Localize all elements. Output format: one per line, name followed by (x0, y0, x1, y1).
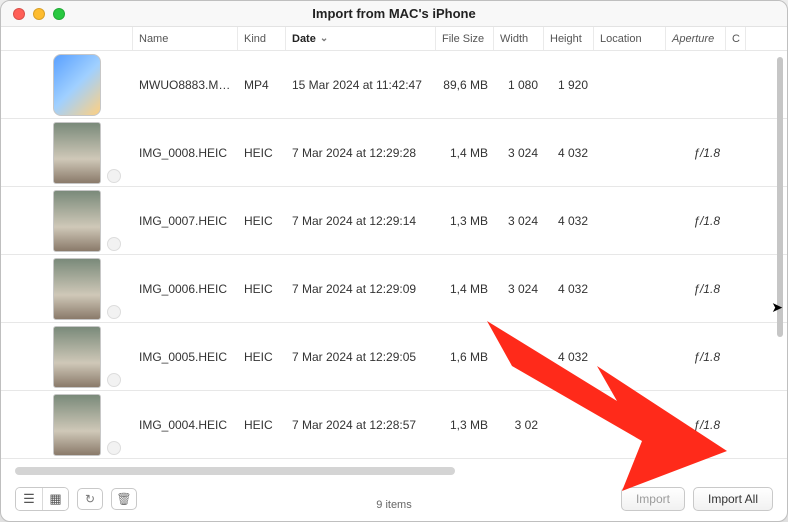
cell-aperture: ƒ/1.8 (666, 214, 726, 228)
table-row[interactable]: IMG_0007.HEICHEIC7 Mar 2024 at 12:29:141… (1, 187, 787, 255)
cell-date: 7 Mar 2024 at 12:29:14 (286, 214, 436, 228)
cell-date: 7 Mar 2024 at 12:29:09 (286, 282, 436, 296)
status-badge (107, 441, 121, 455)
table-row[interactable]: IMG_0004.HEICHEIC7 Mar 2024 at 12:28:571… (1, 391, 787, 459)
cursor-icon: ➤ (771, 299, 783, 316)
cell-size: 1,4 MB (436, 282, 494, 296)
cell-size: 89,6 MB (436, 78, 494, 92)
cell-kind: HEIC (238, 418, 286, 432)
status-badge (107, 237, 121, 251)
import-window: Import from MAC's iPhone Name Kind Date … (0, 0, 788, 522)
cell-width: 3 024 (494, 350, 544, 364)
status-badge (107, 169, 121, 183)
cell-width: 3 024 (494, 146, 544, 160)
cell-name: IMG_0006.HEIC (133, 282, 238, 296)
cell-size: 1,3 MB (436, 214, 494, 228)
col-filesize[interactable]: File Size (436, 27, 494, 50)
table-row[interactable]: IMG_0005.HEICHEIC7 Mar 2024 at 12:29:051… (1, 323, 787, 391)
cell-name: MWUO8883.MP4 (133, 78, 238, 92)
col-camera[interactable]: C (726, 27, 746, 50)
thumbnail-icon (53, 122, 101, 184)
cell-date: 7 Mar 2024 at 12:28:57 (286, 418, 436, 432)
col-name[interactable]: Name (133, 27, 238, 50)
cell-aperture: ƒ/1.8 (666, 350, 726, 364)
import-button[interactable]: Import (621, 487, 685, 511)
minimize-icon[interactable] (33, 8, 45, 20)
cell-size: 1,3 MB (436, 418, 494, 432)
file-table: Name Kind Date File Size Width Height Lo… (1, 27, 787, 521)
cell-name: IMG_0005.HEIC (133, 350, 238, 364)
import-buttons: Import Import All (621, 487, 773, 511)
col-kind[interactable]: Kind (238, 27, 286, 50)
cell-date: 15 Mar 2024 at 11:42:47 (286, 78, 436, 92)
cell-width: 3 024 (494, 214, 544, 228)
thumbnail-icon (53, 54, 101, 116)
cell-width: 3 02 (494, 418, 544, 432)
cell-name: IMG_0008.HEIC (133, 146, 238, 160)
table-row[interactable]: IMG_0008.HEICHEIC7 Mar 2024 at 12:29:281… (1, 119, 787, 187)
cell-date: 7 Mar 2024 at 12:29:28 (286, 146, 436, 160)
col-location[interactable]: Location (594, 27, 666, 50)
cell-name: IMG_0007.HEIC (133, 214, 238, 228)
col-height[interactable]: Height (544, 27, 594, 50)
table-header: Name Kind Date File Size Width Height Lo… (1, 27, 787, 51)
horizontal-scrollbar-thumb[interactable] (15, 467, 455, 475)
cell-aperture: ƒ/1.8 (666, 282, 726, 296)
thumbnail-icon (53, 190, 101, 252)
close-icon[interactable] (13, 8, 25, 20)
cell-size: 1,4 MB (436, 146, 494, 160)
cell-name: IMG_0004.HEIC (133, 418, 238, 432)
cell-width: 1 080 (494, 78, 544, 92)
col-thumbnail[interactable] (17, 27, 133, 50)
zoom-icon[interactable] (53, 8, 65, 20)
table-row[interactable]: MWUO8883.MP4MP415 Mar 2024 at 11:42:4789… (1, 51, 787, 119)
cell-height: 4 032 (544, 146, 594, 160)
cell-height: 4 032 (544, 214, 594, 228)
status-badge (107, 373, 121, 387)
thumbnail-icon (53, 394, 101, 456)
cell-aperture: ƒ/1.8 (666, 146, 726, 160)
cell-aperture: ƒ/1.8 (666, 418, 726, 432)
cell-size: 1,6 MB (436, 350, 494, 364)
window-controls (13, 8, 65, 20)
col-date[interactable]: Date (286, 27, 436, 50)
thumbnail-icon (53, 326, 101, 388)
cell-height: 4 032 (544, 282, 594, 296)
cell-date: 7 Mar 2024 at 12:29:05 (286, 350, 436, 364)
cell-height: 4 032 (544, 350, 594, 364)
cell-kind: HEIC (238, 282, 286, 296)
import-all-button[interactable]: Import All (693, 487, 773, 511)
cell-kind: HEIC (238, 350, 286, 364)
thumbnail-icon (53, 258, 101, 320)
rows-scroller[interactable]: MWUO8883.MP4MP415 Mar 2024 at 11:42:4789… (1, 51, 787, 521)
status-badge (107, 305, 121, 319)
titlebar: Import from MAC's iPhone (1, 1, 787, 27)
cell-kind: MP4 (238, 78, 286, 92)
vertical-scrollbar[interactable] (777, 57, 783, 337)
window-title: Import from MAC's iPhone (312, 6, 475, 21)
cell-kind: HEIC (238, 146, 286, 160)
horizontal-scrollbar[interactable] (15, 465, 773, 477)
cell-width: 3 024 (494, 282, 544, 296)
table-row[interactable]: IMG_0006.HEICHEIC7 Mar 2024 at 12:29:091… (1, 255, 787, 323)
cell-height: 1 920 (544, 78, 594, 92)
cell-kind: HEIC (238, 214, 286, 228)
col-width[interactable]: Width (494, 27, 544, 50)
col-aperture[interactable]: Aperture (666, 27, 726, 50)
